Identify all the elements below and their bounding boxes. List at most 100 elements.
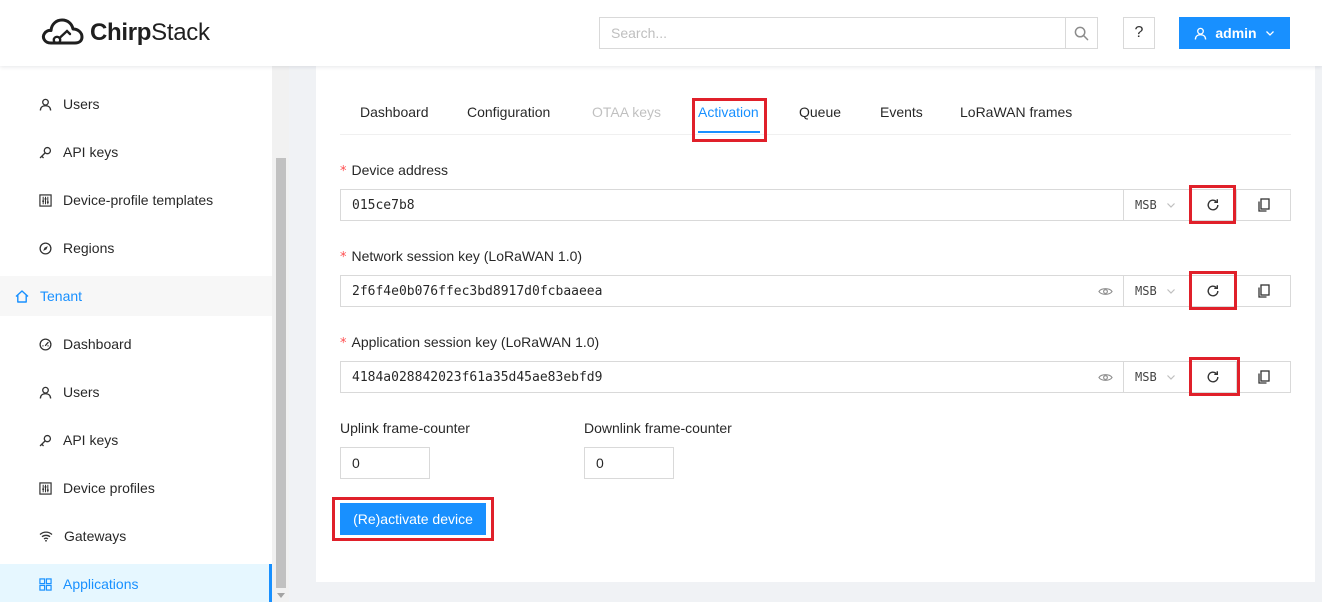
copy-nwk-s-key-button[interactable] xyxy=(1236,276,1290,306)
search-icon xyxy=(1074,26,1089,40)
sidebar-item-label: Device-profile templates xyxy=(63,192,214,208)
sidebar-item-dashboard[interactable]: Dashboard xyxy=(0,324,272,364)
chirpstack-logo[interactable]: ChirpStack xyxy=(40,16,210,50)
tab-events[interactable]: Events xyxy=(880,92,923,134)
toggle-visibility-button[interactable] xyxy=(1087,276,1123,306)
sidebar-item-regions[interactable]: Regions xyxy=(0,228,272,268)
app-s-key-field: 4184a028842023f61a35d45ae83ebfd9 MSB xyxy=(340,361,1291,393)
device-address-label: * Device address xyxy=(340,162,448,179)
sidebar-group-tenant[interactable]: Tenant xyxy=(0,276,272,316)
required-mark: * xyxy=(340,250,347,265)
nwk-s-key-input[interactable]: 2f6f4e0b076ffec3bd8917d0fcbaaeea xyxy=(341,276,1087,306)
app-s-key-input[interactable]: 4184a028842023f61a35d45ae83ebfd9 xyxy=(341,362,1087,392)
chevron-down-icon xyxy=(1265,31,1274,36)
sliders-icon xyxy=(39,193,52,207)
reload-icon xyxy=(1207,285,1219,297)
chevron-down-icon xyxy=(1166,203,1175,208)
device-address-input[interactable]: 015ce7b8 xyxy=(341,190,1123,220)
downlink-fcnt-label: Downlink frame-counter xyxy=(584,420,732,436)
sidebar-group-label: Tenant xyxy=(40,288,83,304)
app-s-key-label: * Application session key (LoRaWAN 1.0) xyxy=(340,334,600,351)
sidebar-item-applications[interactable]: Applications xyxy=(0,564,272,602)
byte-order-value: MSB xyxy=(1135,284,1157,298)
sidebar-item-gateways[interactable]: Gateways xyxy=(0,516,272,556)
sidebar-item-label: Device profiles xyxy=(63,480,155,496)
help-button[interactable]: ? xyxy=(1123,17,1155,49)
key-icon xyxy=(39,146,52,158)
chevron-down-icon xyxy=(1166,289,1175,294)
chevron-down-icon xyxy=(1166,375,1175,380)
nwk-s-key-label: * Network session key (LoRaWAN 1.0) xyxy=(340,248,583,265)
generate-device-address-button[interactable] xyxy=(1189,190,1236,220)
logo-text: ChirpStack xyxy=(90,19,210,46)
tab-queue[interactable]: Queue xyxy=(799,92,841,134)
sidebar-item-label: Users xyxy=(63,384,100,400)
user-menu-button[interactable]: admin xyxy=(1179,17,1290,49)
help-label: ? xyxy=(1134,24,1144,41)
uplink-fcnt-label: Uplink frame-counter xyxy=(340,420,470,436)
sidebar: Users API keys Device-profile templates … xyxy=(0,66,289,602)
copy-app-s-key-button[interactable] xyxy=(1236,362,1290,392)
sidebar-item-label: Gateways xyxy=(64,528,127,544)
eye-icon xyxy=(1097,373,1113,381)
sidebar-scrollbar-thumb[interactable] xyxy=(276,158,286,588)
nwk-s-key-field: 2f6f4e0b076ffec3bd8917d0fcbaaeea MSB xyxy=(340,275,1291,307)
byte-order-select[interactable]: MSB xyxy=(1123,362,1189,392)
user-icon xyxy=(39,98,52,111)
copy-icon xyxy=(1257,198,1270,212)
sidebar-item-label: Dashboard xyxy=(63,336,132,352)
toggle-visibility-button[interactable] xyxy=(1087,362,1123,392)
home-icon xyxy=(15,289,29,303)
dashboard-icon xyxy=(39,337,52,351)
byte-order-select[interactable]: MSB xyxy=(1123,276,1189,306)
device-tabs: Dashboard Configuration OTAA keys Activa… xyxy=(340,92,1291,135)
generate-app-s-key-button[interactable] xyxy=(1189,362,1236,392)
required-mark: * xyxy=(340,336,347,351)
user-icon xyxy=(1195,27,1207,40)
required-mark: * xyxy=(340,164,347,179)
sliders-icon xyxy=(39,481,52,495)
tab-dashboard[interactable]: Dashboard xyxy=(360,92,429,134)
reload-icon xyxy=(1207,371,1219,383)
downlink-fcnt-input[interactable]: 0 xyxy=(584,447,674,479)
search-input[interactable] xyxy=(600,18,1065,48)
key-icon xyxy=(39,434,52,446)
search-button[interactable] xyxy=(1065,18,1097,48)
device-address-field: 015ce7b8 MSB xyxy=(340,189,1291,221)
byte-order-value: MSB xyxy=(1135,370,1157,384)
reload-icon xyxy=(1207,199,1219,211)
byte-order-select[interactable]: MSB xyxy=(1123,190,1189,220)
copy-icon xyxy=(1257,284,1270,298)
sidebar-item-users[interactable]: Users xyxy=(0,84,272,124)
scroll-down-arrow-icon[interactable] xyxy=(277,593,285,598)
sidebar-item-label: Regions xyxy=(63,240,115,256)
sidebar-item-tenant-api-keys[interactable]: API keys xyxy=(0,420,272,460)
appstore-icon xyxy=(39,577,52,591)
eye-icon xyxy=(1097,287,1113,295)
tab-activation[interactable]: Activation xyxy=(698,92,759,134)
sidebar-item-label: API keys xyxy=(63,432,119,448)
reactivate-device-button[interactable]: (Re)activate device xyxy=(340,503,486,535)
user-name: admin xyxy=(1215,25,1257,41)
tab-otaa-keys: OTAA keys xyxy=(592,104,661,120)
uplink-fcnt-input[interactable]: 0 xyxy=(340,447,430,479)
byte-order-value: MSB xyxy=(1135,198,1157,212)
generate-nwk-s-key-button[interactable] xyxy=(1189,276,1236,306)
search-box xyxy=(599,17,1098,49)
tab-configuration[interactable]: Configuration xyxy=(467,92,550,134)
sidebar-item-device-profiles[interactable]: Device profiles xyxy=(0,468,272,508)
user-icon xyxy=(39,386,52,399)
sidebar-item-label: Applications xyxy=(63,576,139,592)
tab-lorawan-frames[interactable]: LoRaWAN frames xyxy=(960,92,1072,134)
compass-icon xyxy=(39,241,52,255)
sidebar-item-tenant-users[interactable]: Users xyxy=(0,372,272,412)
copy-icon xyxy=(1257,370,1270,384)
active-tab-indicator xyxy=(698,131,760,133)
top-header: ChirpStack ? admin xyxy=(0,0,1322,66)
cloud-logo-icon xyxy=(41,18,84,45)
copy-device-address-button[interactable] xyxy=(1236,190,1290,220)
sidebar-item-label: API keys xyxy=(63,144,119,160)
sidebar-item-device-profile-templates[interactable]: Device-profile templates xyxy=(0,180,272,220)
sidebar-item-api-keys[interactable]: API keys xyxy=(0,132,272,172)
sidebar-item-label: Users xyxy=(63,96,100,112)
